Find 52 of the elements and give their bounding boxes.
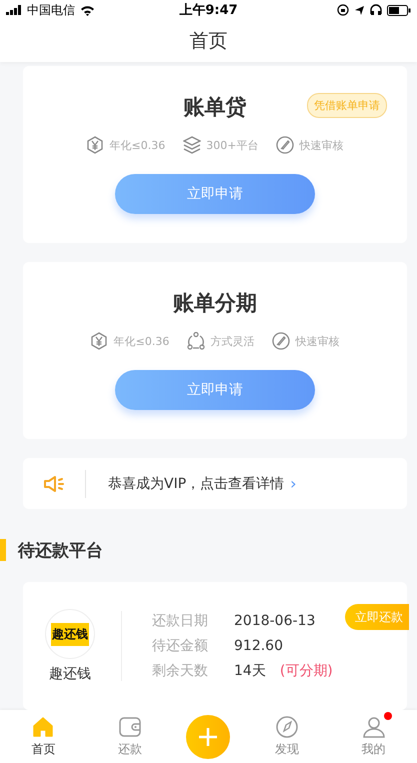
- notice-text: 恭喜成为VIP，点击查看详情: [108, 474, 284, 493]
- logo-text: 趣还钱: [51, 622, 89, 646]
- installment-note: (可分期): [280, 662, 333, 680]
- compass-icon: [275, 715, 300, 739]
- home-icon: [31, 715, 56, 739]
- feature-label: 快速审核: [295, 334, 340, 349]
- rocket-circle-icon: [276, 136, 294, 154]
- notification-dot: [384, 712, 392, 720]
- speaker-icon: [43, 474, 65, 493]
- yen-hexagon-icon: [86, 136, 105, 154]
- info-value: 912.60: [234, 638, 283, 654]
- notice-bar[interactable]: 恭喜成为VIP，点击查看详情 ›: [23, 458, 407, 509]
- battery-icon: [387, 4, 411, 16]
- tab-item[interactable]: 我的: [344, 715, 404, 758]
- add-button[interactable]: [186, 714, 230, 758]
- info-label: 待还金额: [152, 637, 209, 656]
- feature-label: 年化≤0.36: [114, 334, 170, 349]
- rocket-circle-icon: [272, 332, 290, 350]
- info-label: 剩余天数: [152, 662, 209, 680]
- wifi-icon: [80, 4, 95, 16]
- apply-button[interactable]: 立即申请: [115, 174, 315, 214]
- page-title: 首页: [190, 29, 228, 54]
- yen-hexagon-icon: [90, 332, 109, 350]
- product-tag: 凭借账单申请: [307, 93, 387, 118]
- feature-label: 快速审核: [299, 138, 344, 152]
- wallet-icon: [118, 715, 142, 739]
- layers-icon: [183, 136, 202, 154]
- plus-icon: [198, 726, 218, 746]
- headphones-icon: [370, 4, 382, 16]
- info-value: 2018-06-13: [234, 613, 316, 630]
- apply-button[interactable]: 立即申请: [115, 370, 315, 410]
- info-value: 14天: [234, 662, 266, 680]
- feature-label: 方式灵活: [210, 334, 254, 349]
- tab-item[interactable]: 发现: [257, 715, 318, 758]
- location-icon: [354, 4, 365, 16]
- tab-item[interactable]: 首页: [13, 715, 74, 758]
- carrier-name: 中国电信: [27, 2, 75, 18]
- rotation-lock-icon: [337, 4, 349, 16]
- platform-name: 趣还钱: [49, 665, 91, 684]
- tab-item[interactable]: 还款: [100, 715, 160, 758]
- chevron-icon: ›: [290, 474, 297, 494]
- nodes-cycle-icon: [187, 332, 206, 350]
- person-icon: [362, 715, 386, 739]
- section-title: 待还款平台: [18, 540, 103, 562]
- product-title: 账单分期: [173, 290, 257, 318]
- product-title: 账单贷: [184, 94, 246, 121]
- clock-time: 上午9:47: [179, 2, 238, 19]
- feature-label: 年化≤0.36: [110, 138, 166, 152]
- signal-icon: [6, 5, 22, 15]
- section-accent: [0, 539, 6, 562]
- feature-label: 300+平台: [206, 138, 258, 152]
- info-label: 还款日期: [152, 612, 209, 630]
